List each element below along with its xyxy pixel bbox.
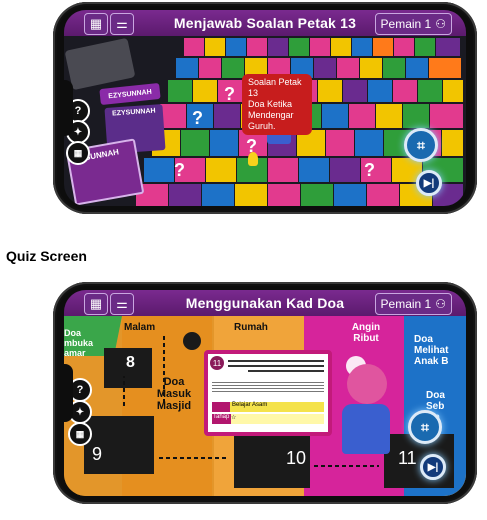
svg-text:?: ? — [174, 160, 185, 180]
bubble-title: Soalan Petak 13 — [248, 77, 302, 98]
skip-icon: ▶| — [427, 461, 439, 473]
top-bar: ▦ ⚌ Menjawab Soalan Petak 13 Pemain 1 ⚇ — [64, 10, 466, 36]
phone-notch — [63, 80, 73, 136]
map-button[interactable]: ⌗ — [408, 410, 442, 444]
phone-frame-top: ??????? EZYSUNNAH EZYSUNNAH SUNNAH ? ✦ ▦ — [53, 2, 477, 214]
card-level-row[interactable]: Tahap ☆ — [212, 414, 324, 424]
label-malam: Malam — [124, 322, 156, 333]
label-doa-bukan: Doa mbuka amar — [64, 328, 94, 358]
skip-button[interactable]: ▶| — [416, 170, 442, 196]
card-label: EZYSUNNAH — [111, 107, 156, 118]
label-rumah: Rumah — [234, 322, 268, 333]
card-label: EZYSUNNAH — [107, 88, 153, 100]
player-character — [342, 364, 392, 460]
map-icon: ⌗ — [417, 136, 425, 153]
translation-lines — [212, 380, 324, 394]
square-number-8: 8 — [126, 354, 135, 371]
star-icon: ☆ — [231, 415, 237, 421]
square-number-10: 10 — [286, 448, 307, 468]
player-indicator[interactable]: Pemain 1 ⚇ — [374, 293, 452, 315]
card-level-label: Tahap — [212, 414, 231, 424]
map-icon: ⌗ — [421, 418, 429, 435]
skip-button[interactable]: ▶| — [420, 454, 446, 480]
card-answer-row[interactable]: Belajar Asam — [212, 402, 324, 412]
question-bubble: Soalan Petak 13 Doa Ketika Mendengar Gur… — [242, 74, 312, 135]
player-label: Pemain 1 — [380, 297, 432, 311]
player-label: Pemain 1 — [380, 17, 432, 31]
game-screen-bottom: Malam Rumah Angin Ribut Doa mbuka amar D… — [64, 290, 466, 496]
card-number: 11 — [212, 358, 222, 368]
section-caption: Quiz Screen — [6, 248, 87, 264]
card-icon[interactable]: ▦ — [66, 141, 90, 165]
card-icon[interactable]: ▦ — [68, 422, 92, 446]
top-bar: ▦ ⚌ Menggunakan Kad Doa Pemain 1 ⚇ — [64, 290, 466, 316]
label-angin-ribut: Angin Ribut — [351, 322, 381, 344]
player-indicator[interactable]: Pemain 1 ⚇ — [374, 13, 452, 35]
user-icon: ⚇ — [435, 17, 446, 31]
square-number-9: 9 — [92, 444, 103, 464]
label-doa-melihat-anak: Doa Melihat Anak B — [414, 334, 449, 367]
svg-text:?: ? — [364, 160, 375, 180]
bubble-text: Doa Ketika Mendengar Guruh. — [248, 99, 294, 131]
svg-text:?: ? — [224, 84, 235, 104]
game-board: ??????? EZYSUNNAH EZYSUNNAH SUNNAH ? ✦ ▦ — [64, 36, 466, 206]
phone-frame-bottom: Malam Rumah Angin Ribut Doa mbuka amar D… — [53, 282, 477, 504]
svg-text:?: ? — [192, 108, 203, 128]
map-button[interactable]: ⌗ — [404, 128, 438, 162]
game-screen-top: ??????? EZYSUNNAH EZYSUNNAH SUNNAH ? ✦ ▦ — [64, 10, 466, 206]
label-doa-masuk-masjid: Doa Masuk Masjid — [156, 376, 192, 412]
skip-icon: ▶| — [423, 177, 435, 189]
user-icon: ⚇ — [435, 297, 446, 311]
player-token — [248, 152, 258, 166]
game-board-closeup: Malam Rumah Angin Ribut Doa mbuka amar D… — [64, 316, 466, 496]
square-number-11: 11 — [398, 448, 417, 468]
phone-notch — [63, 364, 73, 422]
doa-card[interactable]: 11 Belajar Asam Tahap ☆ — [204, 350, 332, 436]
card-number-badge: 11 — [210, 356, 224, 370]
card-answer-label: Belajar Asam — [230, 402, 324, 412]
arabic-text-lines — [228, 358, 324, 375]
